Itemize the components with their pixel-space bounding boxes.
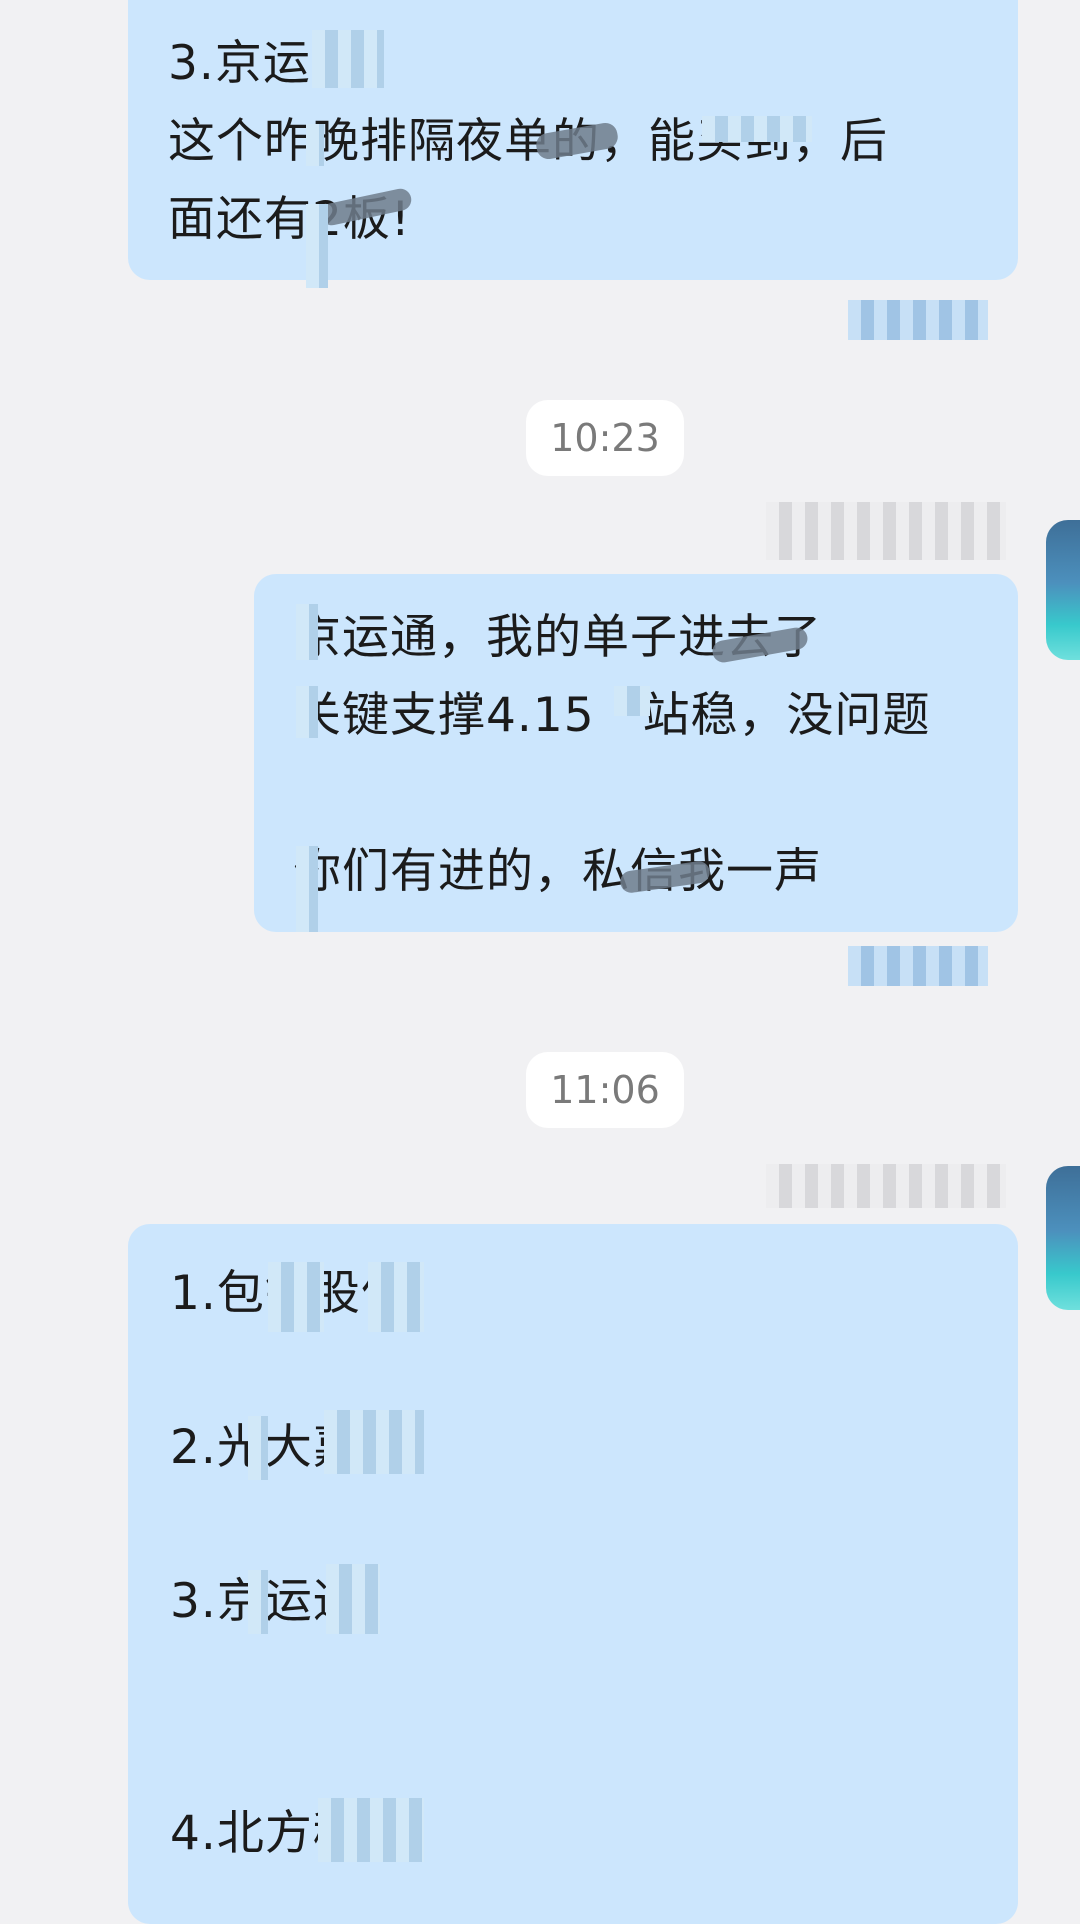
redaction-block [324, 1410, 424, 1474]
redaction-block [306, 204, 328, 288]
redaction-block [368, 1262, 424, 1332]
redaction-block [306, 124, 324, 166]
redaction-block [614, 686, 650, 716]
redacted-read-status [848, 300, 988, 340]
redacted-sender-name [766, 1164, 1006, 1208]
redaction-block [268, 1262, 324, 1332]
redaction-block [296, 604, 318, 660]
redaction-block [248, 1416, 268, 1480]
redacted-read-status [848, 946, 988, 986]
chat-history[interactable]: 3.京运通 这个昨晚排隔夜单的，能买到，后 面还有2板! 10:23 京运通，我… [0, 0, 1080, 1924]
avatar[interactable] [1046, 1166, 1080, 1310]
timestamp-11-06: 11:06 [526, 1052, 684, 1128]
timestamp-10-23: 10:23 [526, 400, 684, 476]
redaction-block [702, 116, 812, 142]
redaction-block [312, 30, 384, 88]
redacted-sender-name [766, 502, 1006, 560]
redaction-block [296, 686, 318, 738]
redaction-block [318, 1798, 424, 1862]
redaction-block [248, 1570, 268, 1634]
redaction-block [326, 1564, 380, 1634]
avatar[interactable] [1046, 520, 1080, 660]
message-2-line-4: 你们有进的，私信我一声 [294, 844, 822, 899]
redaction-block [296, 846, 318, 932]
message-2-line-2: 关键支撑4.15 站稳，没问题 [294, 688, 931, 743]
